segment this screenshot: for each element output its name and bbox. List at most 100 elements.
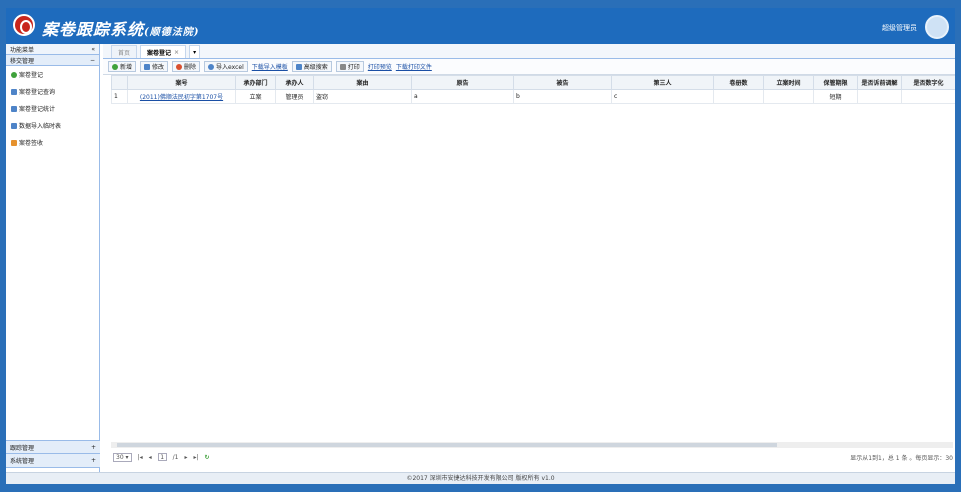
column-header[interactable]: 案由 [313, 75, 412, 90]
sidebar-item-stats[interactable]: 案卷登记统计 [6, 100, 99, 117]
column-header[interactable]: 是否诉前调解 [857, 75, 902, 90]
cell-third-party: c [611, 89, 714, 104]
avatar[interactable] [925, 15, 949, 39]
table-row[interactable]: 1 (2011)佛顺法民初字第1707号 立案 管理员 盗窃 a b c 短期 [111, 89, 955, 104]
first-page-icon[interactable]: |◂ [138, 454, 143, 461]
sidebar-item-label: 案卷签收 [19, 140, 44, 147]
tab-case-register[interactable]: 案卷登记 × [140, 45, 187, 58]
column-header[interactable]: 承办部门 [235, 75, 276, 90]
cell-volumes [713, 89, 764, 104]
page-number-input[interactable]: 1 [157, 453, 167, 461]
case-number-link[interactable]: (2011)佛顺法民初字第1707号 [127, 89, 236, 104]
cell-mediation [857, 89, 902, 104]
sidebar-group-transfer[interactable]: 移交管理 − [6, 55, 99, 66]
case-number-text[interactable]: (2011)佛顺法民初字第1707号 [140, 94, 223, 101]
delete-button[interactable]: 删除 [172, 61, 201, 72]
horizontal-scrollbar[interactable] [111, 442, 953, 448]
pagination-bar: 30 ▾ |◂ ◂ 1 /1 ▸ ▸| ↻ 显示从1到1，总 1 条 。每页显示… [103, 450, 955, 464]
toolbar: 新增 修改 删除 导入excel 下载导入模板 高级搜索 打印 打印预览 下载打… [103, 59, 955, 75]
column-header[interactable]: 是否数字化 [901, 75, 955, 90]
pagination-status: 显示从1到1，总 1 条 。每页显示：30 [850, 454, 953, 462]
tab-home[interactable]: 首页 [111, 45, 138, 58]
import-icon [208, 63, 215, 70]
edit-icon [144, 63, 151, 70]
app-title-text: 案卷跟踪系统 [42, 20, 145, 39]
minus-icon[interactable]: − [90, 57, 95, 64]
sidebar-header: 功能菜单 « [6, 44, 99, 55]
app-subtitle: (顺德法院) [144, 27, 200, 38]
court-logo-icon [13, 14, 35, 36]
add-label: 新增 [120, 64, 133, 71]
plus-circle-icon [11, 71, 17, 78]
print-label: 打印 [347, 64, 360, 71]
column-header[interactable]: 第三人 [611, 75, 714, 90]
column-header[interactable]: 被告 [513, 75, 612, 90]
sidebar-item-query[interactable]: 案卷登记查询 [6, 83, 99, 100]
sidebar-item-label: 案卷登记统计 [19, 106, 56, 113]
close-icon[interactable]: × [174, 49, 179, 56]
footer: ©2017 深圳市安捷达科技开发有限公司 版权所有 v1.0 [6, 472, 955, 484]
sidebar-group-tracking[interactable]: 跟踪管理 + [6, 440, 100, 454]
document-icon [11, 88, 17, 95]
column-header[interactable]: 保管期限 [813, 75, 858, 90]
tab-menu-button[interactable]: ▾ [189, 45, 201, 58]
column-header[interactable]: 卷册数 [713, 75, 764, 90]
main-panel: 首页 案卷登记 × ▾ 新增 修改 删除 导入excel 下载导入模板 高级搜索 … [103, 44, 955, 472]
print-button[interactable]: 打印 [335, 61, 364, 72]
app-window: 案卷跟踪系统(顺德法院) 超级管理员 功能菜单 « 移交管理 − 案卷登记 案卷… [6, 8, 955, 484]
cell-dept: 立案 [235, 89, 276, 104]
sidebar-bottom-groups: 跟踪管理 + 系统管理 + [6, 440, 100, 468]
edit-label: 修改 [152, 64, 165, 71]
sidebar-item-signoff[interactable]: 案卷签收 [6, 134, 99, 151]
total-pages: /1 [172, 453, 179, 461]
cell-handler: 管理员 [275, 89, 314, 104]
cell-defendant: b [513, 89, 612, 104]
edit-button[interactable]: 修改 [140, 61, 169, 72]
tab-label: 首页 [118, 49, 131, 57]
page-size-value: 30 [116, 453, 124, 461]
add-icon [112, 63, 118, 70]
case-table: 案号 承办部门 承办人 案由 原告 被告 第三人 卷册数 立案时间 保管期限 是… [111, 75, 955, 104]
advanced-search-button[interactable]: 高级搜索 [291, 61, 332, 72]
column-header[interactable]: 案号 [127, 75, 236, 90]
plus-icon[interactable]: + [91, 457, 96, 464]
import-excel-button[interactable]: 导入excel [204, 61, 248, 72]
row-index: 1 [111, 89, 128, 104]
sidebar-group-label: 跟踪管理 [10, 444, 35, 452]
sidebar-group-system[interactable]: 系统管理 + [6, 454, 100, 468]
header-bar: 案卷跟踪系统(顺德法院) 超级管理员 [6, 8, 955, 44]
download-print-link[interactable]: 下载打印文件 [396, 62, 432, 71]
user-name[interactable]: 超级管理员 [882, 23, 917, 33]
last-page-icon[interactable]: ▸| [193, 454, 198, 461]
add-button[interactable]: 新增 [108, 61, 137, 72]
table-header-row: 案号 承办部门 承办人 案由 原告 被告 第三人 卷册数 立案时间 保管期限 是… [111, 75, 955, 90]
prev-page-icon[interactable]: ◂ [149, 454, 152, 461]
cell-retention: 短期 [813, 89, 858, 104]
tab-bar: 首页 案卷登记 × ▾ [103, 44, 955, 59]
sidebar-item-import[interactable]: 数据导入临时表 [6, 117, 99, 134]
scrollbar-thumb[interactable] [117, 443, 777, 447]
sidebar-item-label: 案卷登记查询 [19, 89, 56, 96]
next-page-icon[interactable]: ▸ [184, 454, 187, 461]
sidebar-item-register[interactable]: 案卷登记 [6, 66, 99, 83]
sidebar-item-label: 数据导入临时表 [19, 123, 62, 130]
plus-icon[interactable]: + [91, 444, 96, 451]
advanced-search-label: 高级搜索 [303, 64, 328, 71]
print-preview-link[interactable]: 打印预览 [368, 62, 392, 71]
sidebar-group-label: 系统管理 [10, 458, 35, 465]
column-header[interactable]: 原告 [411, 75, 514, 90]
sidebar-title: 功能菜单 [10, 46, 35, 54]
printer-icon [339, 63, 346, 70]
page-size-select[interactable]: 30 ▾ [113, 452, 132, 462]
sidebar-group-label: 移交管理 [10, 57, 35, 65]
chevron-down-icon: ▾ [193, 48, 197, 56]
document-icon [11, 105, 17, 112]
import-label: 导入excel [216, 64, 244, 71]
collapse-icon[interactable]: « [91, 46, 95, 53]
column-header[interactable]: 立案时间 [763, 75, 814, 90]
column-header[interactable]: 承办人 [275, 75, 314, 90]
download-template-link[interactable]: 下载导入模板 [252, 62, 288, 71]
cell-filed-date [763, 89, 814, 104]
refresh-icon[interactable]: ↻ [205, 454, 210, 461]
document-icon [11, 122, 17, 129]
